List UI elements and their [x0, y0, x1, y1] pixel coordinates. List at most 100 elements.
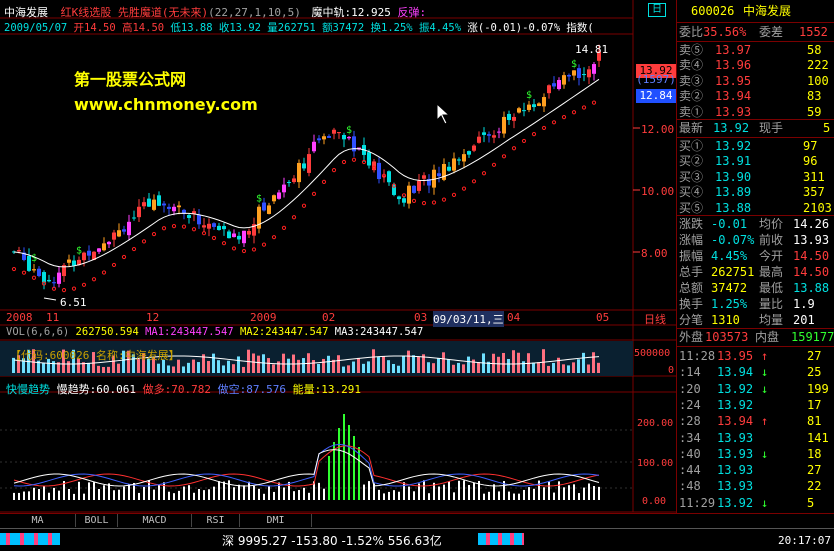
ind-axis-200: 200.00: [637, 418, 674, 429]
candle-body: [447, 166, 451, 171]
candle-body: [502, 116, 506, 134]
sar-dot: [131, 246, 137, 252]
energy-bar: [58, 490, 60, 500]
energy-bar: [53, 487, 55, 500]
energy-bar: [193, 492, 195, 500]
tick-price: 13.95: [717, 349, 754, 363]
index-quote[interactable]: 深 9995.27 -153.80 -1.52% 556.63亿: [222, 532, 442, 549]
volume-bar: [562, 364, 565, 373]
candle-body: [227, 231, 231, 239]
volume-bar: [197, 362, 200, 373]
candle-body: [87, 250, 91, 256]
sar-dot: [111, 262, 117, 268]
volume-bar: [367, 361, 370, 373]
candle-body: [262, 202, 266, 211]
tick-price: 13.93: [717, 463, 754, 478]
volume-bar: [312, 360, 315, 373]
candle-body: [537, 103, 541, 106]
indicator-header: 快慢趋势 慢趋势:60.061 做多:70.782 做空:87.576 能量:1…: [6, 381, 361, 397]
vol-axis-zero: 0: [668, 365, 675, 376]
time-label-02: 02: [322, 311, 336, 324]
energy-bar: [548, 481, 550, 500]
index-label[interactable]: 指数(: [566, 22, 593, 34]
tab-rsi[interactable]: RSI: [192, 514, 240, 527]
energy-bar: [543, 487, 545, 500]
tab-dmi[interactable]: DMI: [240, 514, 312, 527]
volume-bar: [547, 365, 550, 373]
separator: [677, 346, 834, 347]
buy-signal-mark: $: [31, 253, 37, 264]
tab-macd[interactable]: MACD: [118, 514, 192, 527]
energy-bar: [318, 482, 320, 500]
volume-header: VOL(6,6,6) 262750.594 MA1:243447.547 MA2…: [6, 326, 423, 338]
tab-boll[interactable]: BOLL: [76, 514, 118, 527]
volume-bar: [327, 355, 330, 373]
stat-label: 量比: [759, 297, 784, 311]
sar-dot: [161, 226, 167, 231]
indicator-line: [13, 443, 600, 487]
stat-label: 涨跌: [679, 217, 704, 231]
energy-bar: [573, 484, 575, 500]
candle-body: [57, 272, 61, 284]
candle-body: [557, 80, 561, 90]
volume-bar: [192, 359, 195, 373]
indicator-name[interactable]: 红K线选股 先胜魔道(无未来): [61, 6, 209, 19]
volume-bar: [447, 359, 450, 373]
candle-body: [567, 74, 571, 77]
volume-bar: [277, 361, 280, 373]
energy-bar: [248, 481, 250, 500]
candle-body: [472, 145, 476, 151]
candle-body: [307, 154, 311, 173]
buy-signal-mark: $: [256, 193, 262, 204]
candle-body: [412, 185, 416, 193]
amplitude-value: 振4.45%: [418, 22, 462, 34]
tick-row: :34 13.93 141: [677, 430, 834, 447]
candle-body: [552, 83, 556, 87]
energy-bar: [68, 488, 70, 500]
mouse-cursor-icon: [436, 102, 451, 125]
sar-dot: [501, 154, 507, 159]
period-label[interactable]: 日线: [644, 311, 666, 327]
volume-bar: [592, 352, 595, 373]
energy-bar: [448, 481, 450, 500]
cursor-date-label: 09/03/11,三: [433, 311, 504, 327]
energy-bar: [178, 490, 180, 500]
tick-time: :34: [679, 430, 701, 445]
fast-trend[interactable]: 快慢趋势: [6, 383, 50, 396]
energy-bar: [263, 493, 265, 500]
tick-arrow: ↑: [761, 414, 769, 429]
volume-bar: [107, 366, 110, 373]
candle-body: [217, 225, 221, 231]
window-button[interactable]: 日: [648, 3, 666, 17]
sar-dot: [231, 246, 237, 251]
time-label-2009: 2009: [250, 311, 277, 324]
volume-bar: [572, 362, 575, 373]
stat-value: -0.01: [711, 217, 748, 231]
volume-bar: [582, 352, 585, 373]
candle-body: [322, 136, 326, 140]
sar-dot: [291, 215, 297, 220]
chart-area[interactable]: $ $ $ $ $ $ 中海发展 红K线选股 先胜魔道(无未来)(22,27,1,10,5…: [0, 0, 676, 515]
clock: 20:17:07: [778, 534, 831, 547]
index-name: 深: [222, 534, 235, 548]
volume-bar: [242, 366, 245, 373]
tick-price: 13.93: [717, 446, 754, 461]
tick-price: 13.94: [717, 414, 754, 429]
energy-bar: [428, 493, 430, 500]
volume-bar: [102, 366, 105, 373]
energy-bar: [78, 481, 80, 500]
volume-bar: [322, 358, 325, 373]
time-label-11: 11: [46, 311, 60, 324]
min-price-pointer: [43, 297, 57, 301]
energy-bar: [253, 486, 255, 500]
energy-bar: [493, 484, 495, 500]
tick-row: 11:28 13.95 ↑ 27: [677, 348, 834, 365]
stat-label: 前收: [759, 233, 784, 247]
sar-dot: [341, 159, 347, 165]
energy-bar: [498, 491, 500, 500]
tick-arrow: ↓: [761, 365, 769, 380]
tab-ma[interactable]: MA: [0, 514, 76, 527]
tick-volume: 18: [807, 446, 822, 461]
candle-body: [187, 215, 191, 218]
volume-bar: [117, 363, 120, 373]
